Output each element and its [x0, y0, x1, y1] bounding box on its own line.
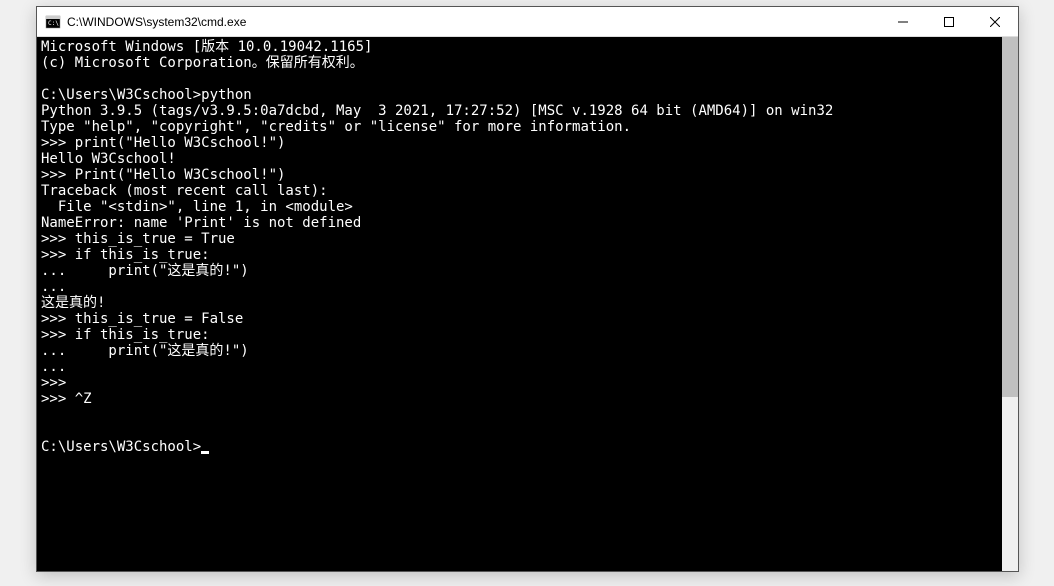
svg-text:C:\: C:\: [48, 20, 59, 27]
cmd-icon: C:\: [45, 14, 61, 30]
window-controls: [880, 7, 1018, 36]
titlebar[interactable]: C:\ C:\WINDOWS\system32\cmd.exe: [37, 7, 1018, 37]
maximize-button[interactable]: [926, 7, 972, 36]
window-title: C:\WINDOWS\system32\cmd.exe: [67, 15, 880, 29]
scrollbar-thumb[interactable]: [1002, 37, 1018, 397]
minimize-button[interactable]: [880, 7, 926, 36]
cmd-window: C:\ C:\WINDOWS\system32\cmd.exe Microsof…: [36, 6, 1019, 572]
terminal-output[interactable]: Microsoft Windows [版本 10.0.19042.1165] (…: [37, 37, 1002, 571]
vertical-scrollbar[interactable]: [1002, 37, 1018, 571]
cursor-icon: [201, 451, 209, 454]
terminal-area[interactable]: Microsoft Windows [版本 10.0.19042.1165] (…: [37, 37, 1018, 571]
close-button[interactable]: [972, 7, 1018, 36]
